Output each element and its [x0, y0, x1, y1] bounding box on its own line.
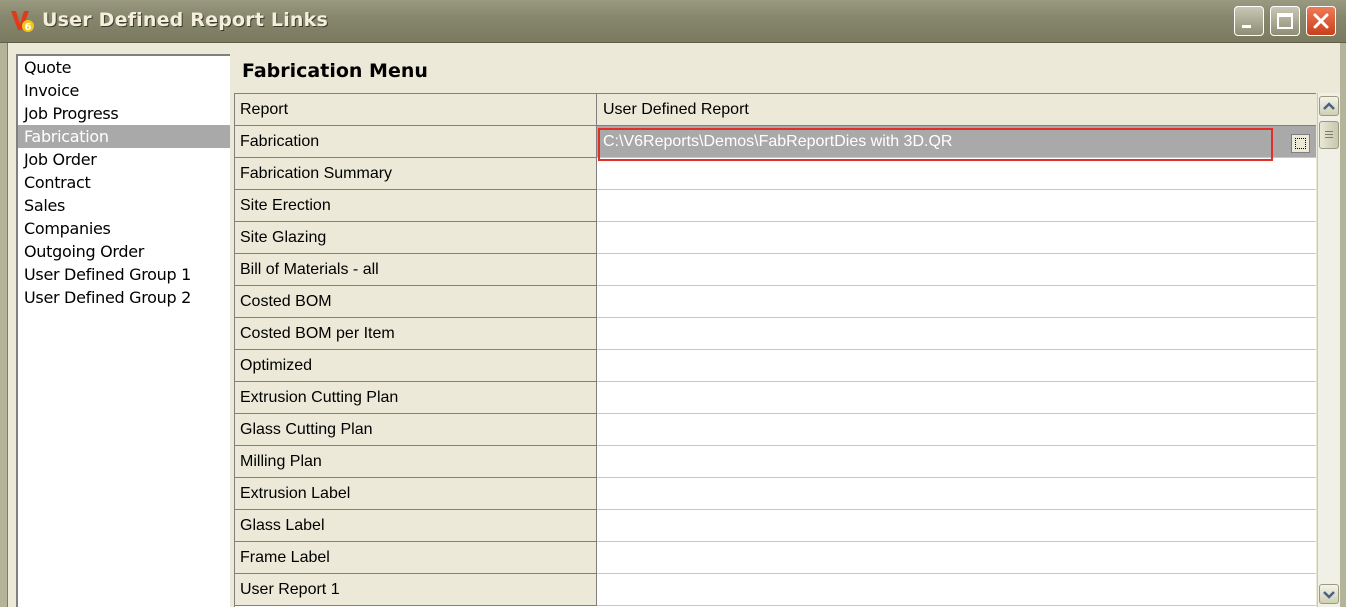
window-frame-left — [0, 43, 8, 607]
sidebar-item-contract[interactable]: Contract — [18, 171, 230, 194]
report-name-cell[interactable]: Site Glazing — [235, 222, 597, 254]
table-row[interactable]: Frame Label — [235, 542, 1316, 574]
sidebar-item-job-order[interactable]: Job Order — [18, 148, 230, 171]
report-path-cell[interactable] — [597, 446, 1316, 478]
report-path-cell[interactable] — [597, 382, 1316, 414]
minimize-button[interactable] — [1234, 6, 1264, 36]
sidebar-item-user-defined-group-2[interactable]: User Defined Group 2 — [18, 286, 230, 309]
report-path-cell[interactable] — [597, 414, 1316, 446]
report-name-cell[interactable]: Glass Cutting Plan — [235, 414, 597, 446]
report-name-cell[interactable]: Fabrication — [235, 126, 597, 158]
window-frame-right — [1340, 43, 1346, 607]
table-row[interactable]: Fabrication C:\V6Reports\Demos\FabReport… — [235, 126, 1316, 158]
v6-app-icon: 6 — [11, 11, 34, 33]
report-path-cell[interactable]: C:\V6Reports\Demos\FabReportDies with 3D… — [597, 126, 1316, 158]
column-header-user-defined-report[interactable]: User Defined Report — [597, 94, 1316, 126]
window-title: User Defined Report Links — [42, 9, 329, 31]
grid-header-row: Report User Defined Report — [235, 94, 1316, 126]
table-row[interactable]: Bill of Materials - all — [235, 254, 1316, 286]
report-name-cell[interactable]: Frame Label — [235, 542, 597, 574]
maximize-icon — [1277, 13, 1293, 29]
report-name-cell[interactable]: Site Erection — [235, 190, 597, 222]
sidebar-item-user-defined-group-1[interactable]: User Defined Group 1 — [18, 263, 230, 286]
report-name-cell[interactable]: Glass Label — [235, 510, 597, 542]
report-path-cell[interactable] — [597, 222, 1316, 254]
table-row[interactable]: Extrusion Cutting Plan — [235, 382, 1316, 414]
sidebar-item-job-progress[interactable]: Job Progress — [18, 102, 230, 125]
minimize-icon — [1242, 25, 1251, 28]
scroll-thumb[interactable] — [1319, 121, 1339, 149]
sidebar-item-sales[interactable]: Sales — [18, 194, 230, 217]
report-path-cell[interactable] — [597, 478, 1316, 510]
report-name-cell[interactable]: Costed BOM per Item — [235, 318, 597, 350]
report-name-cell[interactable]: Bill of Materials - all — [235, 254, 597, 286]
report-path-cell[interactable] — [597, 318, 1316, 350]
report-path-cell[interactable] — [597, 190, 1316, 222]
sidebar-item-fabrication[interactable]: Fabrication — [18, 125, 230, 148]
table-row[interactable]: Costed BOM — [235, 286, 1316, 318]
table-row[interactable]: Optimized — [235, 350, 1316, 382]
browse-button[interactable] — [1291, 134, 1310, 153]
sidebar-item-outgoing-order[interactable]: Outgoing Order — [18, 240, 230, 263]
table-row[interactable]: Extrusion Label — [235, 478, 1316, 510]
report-grid: Report User Defined Report Fabrication C… — [234, 93, 1316, 607]
report-name-cell[interactable]: User Report 1 — [235, 574, 597, 606]
title-bar[interactable]: 6 User Defined Report Links — [0, 0, 1346, 43]
scroll-down-button[interactable] — [1319, 584, 1339, 604]
report-path-cell[interactable] — [597, 254, 1316, 286]
close-icon — [1313, 13, 1329, 29]
report-path-cell[interactable] — [597, 510, 1316, 542]
table-row[interactable]: Fabrication Summary — [235, 158, 1316, 190]
scroll-up-button[interactable] — [1319, 96, 1339, 116]
column-header-report[interactable]: Report — [235, 94, 597, 126]
category-list[interactable]: Quote Invoice Job Progress Fabrication J… — [16, 54, 230, 607]
scroll-down-icon — [1323, 591, 1335, 599]
sidebar-item-invoice[interactable]: Invoice — [18, 79, 230, 102]
table-row[interactable]: Glass Label — [235, 510, 1316, 542]
table-row[interactable]: Glass Cutting Plan — [235, 414, 1316, 446]
vertical-scrollbar[interactable] — [1317, 93, 1340, 607]
maximize-button[interactable] — [1270, 6, 1300, 36]
scroll-up-icon — [1323, 102, 1335, 110]
sidebar-item-companies[interactable]: Companies — [18, 217, 230, 240]
section-title: Fabrication Menu — [242, 60, 428, 82]
report-path-cell[interactable] — [597, 158, 1316, 190]
close-button[interactable] — [1306, 6, 1336, 36]
table-row[interactable]: Costed BOM per Item — [235, 318, 1316, 350]
sidebar-item-quote[interactable]: Quote — [18, 56, 230, 79]
table-row[interactable]: Milling Plan — [235, 446, 1316, 478]
report-path-cell[interactable] — [597, 542, 1316, 574]
report-name-cell[interactable]: Fabrication Summary — [235, 158, 597, 190]
report-name-cell[interactable]: Costed BOM — [235, 286, 597, 318]
report-path-cell[interactable] — [597, 286, 1316, 318]
report-path-cell[interactable] — [597, 350, 1316, 382]
table-row[interactable]: Site Glazing — [235, 222, 1316, 254]
report-name-cell[interactable]: Milling Plan — [235, 446, 597, 478]
svg-text:6: 6 — [25, 22, 32, 33]
report-path-cell[interactable] — [597, 574, 1316, 606]
table-row[interactable]: Site Erection — [235, 190, 1316, 222]
report-name-cell[interactable]: Extrusion Cutting Plan — [235, 382, 597, 414]
table-row[interactable]: User Report 1 — [235, 574, 1316, 606]
report-name-cell[interactable]: Optimized — [235, 350, 597, 382]
report-name-cell[interactable]: Extrusion Label — [235, 478, 597, 510]
